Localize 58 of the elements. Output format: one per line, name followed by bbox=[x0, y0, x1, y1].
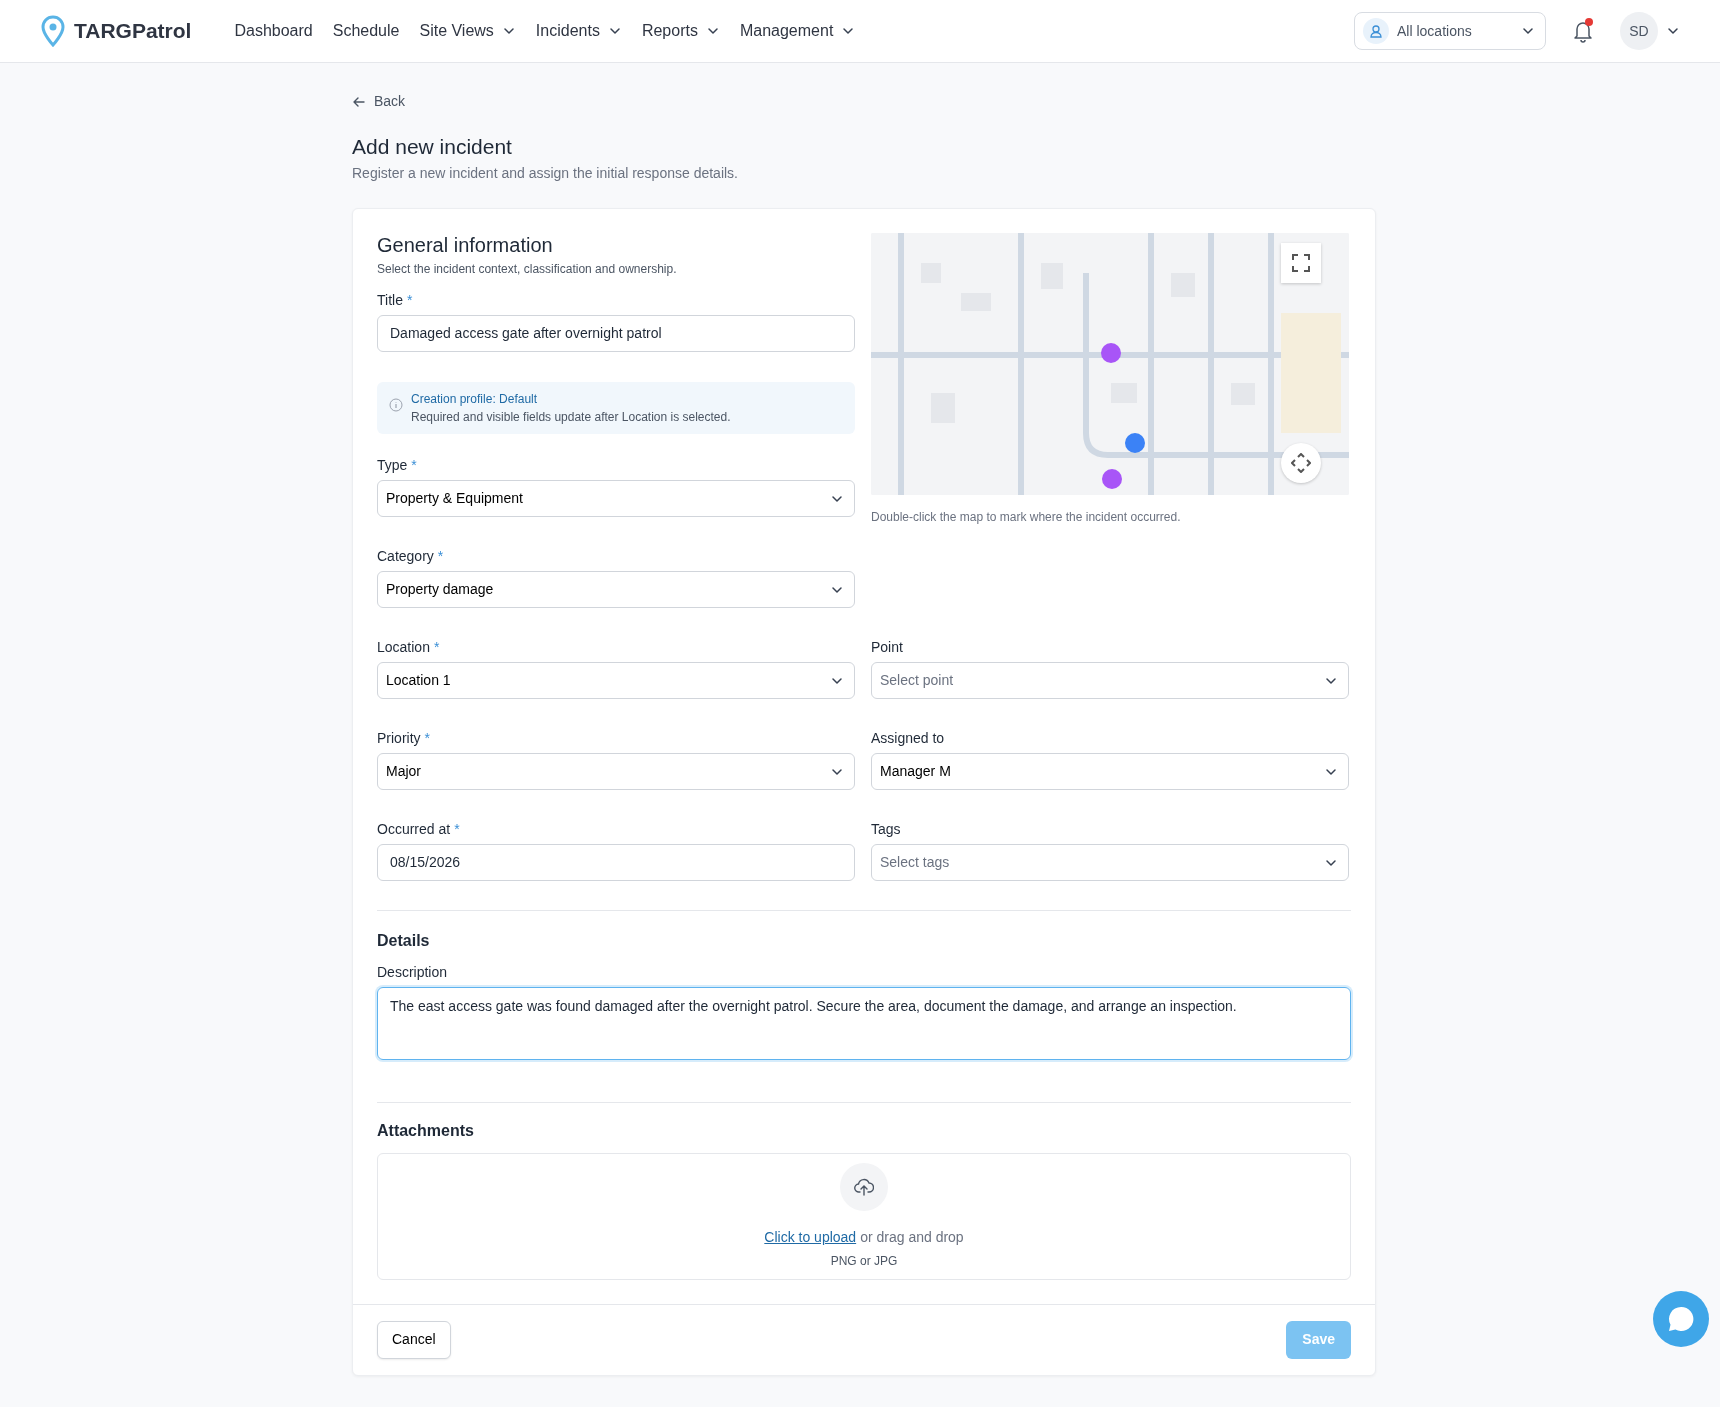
page-title: Add new incident bbox=[352, 134, 513, 160]
description-textarea[interactable]: The east access gate was found damaged after the overnight patrol. Secure the area, document the damage, and arrange an inspection. bbox=[377, 987, 1351, 1061]
nav-link[interactable]: Dashboard bbox=[234, 15, 313, 47]
field-label: Occurred at * bbox=[377, 820, 461, 840]
nav-link[interactable]: Management bbox=[739, 15, 856, 47]
bell-icon bbox=[1572, 19, 1594, 44]
info-text: Required and visible fields update after Location is selected. bbox=[411, 409, 731, 427]
chat-button[interactable] bbox=[1653, 1291, 1709, 1347]
field-label: Description bbox=[377, 963, 449, 983]
upload-instruction: or drag and drop bbox=[860, 1227, 964, 1247]
select-field[interactable]: Select point bbox=[871, 662, 1349, 700]
nav-link[interactable]: Schedule bbox=[332, 15, 400, 47]
field-label: Tags bbox=[871, 820, 902, 840]
date-field[interactable]: 08/15/2026 bbox=[377, 844, 855, 882]
select-field[interactable]: Select tags bbox=[871, 844, 1349, 882]
info-heading: Creation profile: Default bbox=[411, 391, 539, 409]
nav-link[interactable]: Reports bbox=[641, 15, 720, 47]
user-avatar[interactable]: SD bbox=[1620, 12, 1658, 50]
cancel-button[interactable]: Cancel bbox=[377, 1320, 451, 1359]
location-select[interactable]: All locations bbox=[1354, 12, 1546, 50]
notifications-button[interactable] bbox=[1572, 18, 1594, 44]
field-label: Location * bbox=[377, 638, 441, 658]
select-field[interactable]: Location 1 bbox=[377, 662, 855, 700]
info-icon bbox=[389, 398, 403, 413]
nav-link[interactable]: Site Views bbox=[419, 15, 516, 47]
field-label: Point bbox=[871, 638, 904, 658]
section-subtitle: Select the incident context, classification and ownership. bbox=[377, 261, 678, 279]
field-label: Priority * bbox=[377, 729, 431, 749]
section-title: Attachments bbox=[377, 1121, 475, 1141]
page-subtitle: Register a new incident and assign the initial response details. bbox=[352, 164, 739, 184]
select-field[interactable]: Major bbox=[377, 753, 855, 791]
fullscreen-button[interactable] bbox=[1281, 243, 1321, 284]
section-title: General information bbox=[377, 233, 554, 258]
fullscreen-icon bbox=[1292, 254, 1310, 273]
location-user-icon bbox=[1363, 18, 1389, 44]
select-field[interactable]: Manager M bbox=[871, 753, 1349, 791]
field-label: Type * bbox=[377, 456, 418, 476]
field-label: Category * bbox=[377, 547, 445, 567]
upload-dropzone[interactable]: Click to upload or drag and drop PNG or JPG bbox=[377, 1152, 1351, 1280]
file-formats: PNG or JPG bbox=[830, 1252, 898, 1270]
back-link[interactable]: Back bbox=[352, 91, 406, 112]
map-pin-icon[interactable] bbox=[1100, 342, 1122, 365]
nav-link[interactable]: Incidents bbox=[535, 15, 622, 47]
pan-arrows-icon bbox=[1291, 453, 1311, 474]
field-label: Assigned to bbox=[871, 729, 946, 749]
brand-logo-text: TARGPatrol bbox=[74, 18, 192, 45]
text-field[interactable]: Damaged access gate after overnight patrol bbox=[377, 315, 855, 353]
map-pin-icon[interactable] bbox=[1101, 468, 1123, 491]
select-field[interactable]: Property & Equipment bbox=[377, 480, 855, 518]
map-pin-icon bbox=[40, 15, 66, 47]
chat-bubble-icon bbox=[1666, 1304, 1696, 1334]
map-hint: Double-click the map to mark where the incident occurred. bbox=[871, 509, 1182, 527]
map-pin-icon[interactable] bbox=[1124, 432, 1146, 455]
select-field[interactable]: Property damage bbox=[377, 571, 855, 609]
upload-cloud-icon bbox=[840, 1162, 888, 1211]
section-title: Details bbox=[377, 931, 431, 951]
upload-link[interactable]: Click to upload bbox=[764, 1226, 857, 1248]
field-label: Title * bbox=[377, 291, 414, 311]
